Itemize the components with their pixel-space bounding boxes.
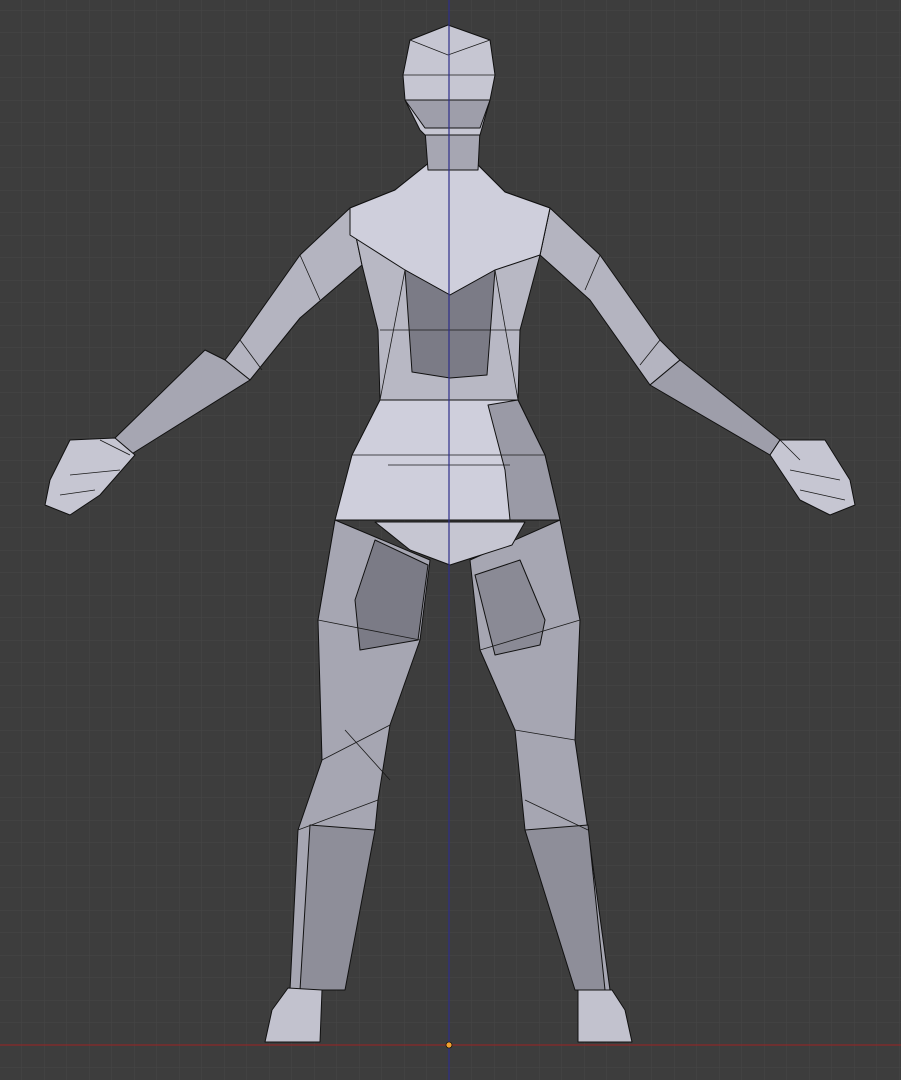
3d-viewport[interactable] — [0, 0, 901, 1080]
neck — [424, 129, 481, 171]
object-origin-icon[interactable] — [445, 1041, 453, 1049]
